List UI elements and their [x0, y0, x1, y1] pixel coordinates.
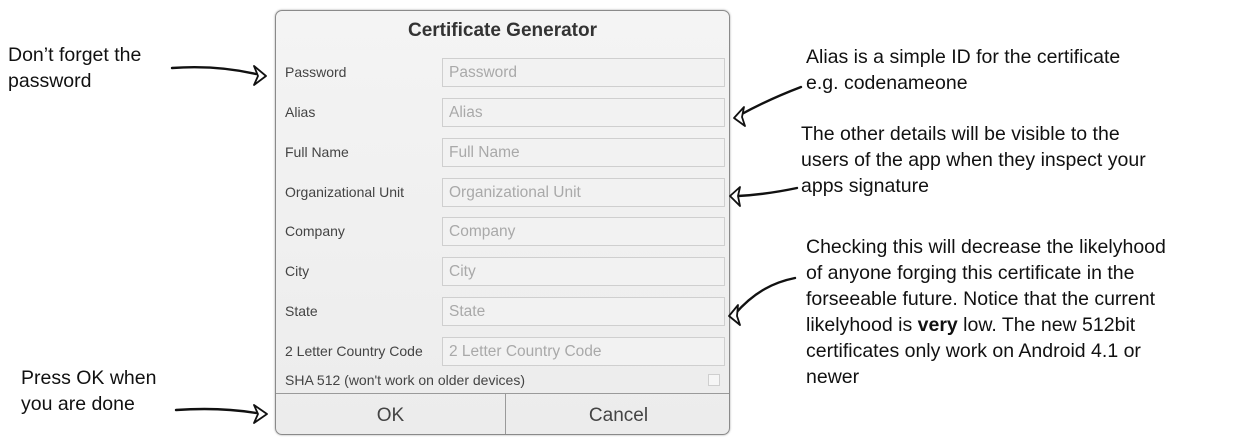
password-label: Password [285, 64, 347, 80]
other-details-note-line: apps signature [801, 175, 929, 197]
arrow-icon [738, 85, 803, 117]
ok-note-line: you are done [21, 393, 135, 415]
password-note-line: password [8, 70, 92, 92]
country-code-row: 2 Letter Country Code [276, 331, 729, 371]
other-details-note-line: users of the app when they inspect your [801, 149, 1146, 171]
company-row: Company [276, 211, 729, 251]
sha-note-line: low. The new 512bit [957, 314, 1136, 336]
company-field[interactable] [442, 217, 725, 246]
password-field[interactable] [442, 58, 725, 87]
alias-row: Alias [276, 92, 729, 132]
city-field[interactable] [442, 257, 725, 286]
sha-note-line: likelyhood is [806, 314, 918, 336]
alias-label: Alias [285, 104, 316, 120]
organizational-unit-label: Organizational Unit [285, 184, 405, 200]
sha-note-line: Checking this will decrease the likelyho… [806, 236, 1166, 258]
sha-note-line: newer [806, 366, 860, 388]
country-code-field[interactable] [442, 337, 725, 366]
arrow-icon [733, 276, 797, 316]
state-row: State [276, 291, 729, 331]
organizational-unit-field[interactable] [442, 178, 725, 207]
full-name-row: Full Name [276, 132, 729, 172]
state-label: State [285, 303, 318, 319]
sha-note-line: of anyone forging this certificate in th… [806, 262, 1135, 284]
ok-note-line: Press OK when [21, 367, 157, 389]
full-name-label: Full Name [285, 144, 349, 160]
cancel-button[interactable]: Cancel [506, 394, 729, 434]
arrowhead-icon [728, 304, 741, 326]
password-note-line: Don’t forget the [8, 44, 142, 66]
full-name-field[interactable] [442, 138, 725, 167]
dialog-title: Certificate Generator [407, 20, 597, 41]
arrowhead-icon [253, 65, 267, 86]
city-row: City [276, 251, 729, 291]
organizational-unit-row: Organizational Unit [276, 172, 729, 212]
dialog-button-bar: OK Cancel [276, 393, 729, 434]
sha512-checkbox[interactable] [708, 374, 720, 386]
ok-note: Press OK when you are done [21, 365, 221, 417]
alias-note: Alias is a simple ID for the certificate… [806, 44, 1226, 96]
other-details-note-line: The other details will be visible to the [801, 123, 1120, 145]
sha-note-line: certificates only work on Android 4.1 or [806, 340, 1141, 362]
state-field[interactable] [442, 297, 725, 326]
alias-note-line: e.g. codenameone [806, 72, 968, 94]
arrowhead-icon [729, 186, 741, 207]
arrowhead-icon [253, 404, 268, 424]
company-label: Company [285, 223, 345, 239]
arrow-icon [736, 186, 799, 198]
ok-button[interactable]: OK [276, 394, 506, 434]
sha-note-line: forseeable future. Notice that the curre… [806, 288, 1156, 310]
sha512-label: SHA 512 (won't work on older devices) [285, 372, 526, 388]
sha-note: Checking this will decrease the likelyho… [806, 234, 1231, 390]
city-label: City [285, 263, 310, 279]
alias-note-line: Alias is a simple ID for the certificate [806, 46, 1121, 68]
sha-note-emphasis: very [917, 314, 958, 336]
other-details-note: The other details will be visible to the… [801, 121, 1231, 199]
arrowhead-icon [733, 106, 746, 127]
password-row: Password [276, 52, 729, 92]
country-code-label: 2 Letter Country Code [285, 343, 423, 359]
alias-field[interactable] [442, 98, 725, 127]
certificate-generator-dialog: Certificate Generator Password Alias Ful… [275, 10, 730, 435]
password-note: Don’t forget the password [8, 42, 208, 94]
sha512-row: SHA 512 (won't work on older devices) [276, 367, 729, 393]
